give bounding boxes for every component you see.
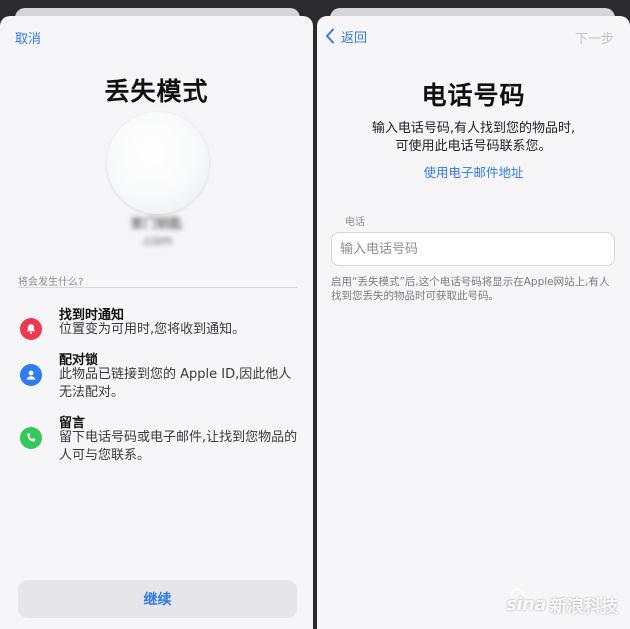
description-line: 输入电话号码,有人找到您的物品时, [371, 121, 576, 136]
phone-number-sheet: 返回 下一步 电话号码 输入电话号码,有人找到您的物品时, 可使用此电话号码联系… [317, 16, 630, 629]
lost-mode-sheet: 取消 丢失模式 家门钥匙 .com 将会发生什么? 找到时通知 位置变为可用时,… [0, 16, 313, 629]
phone-field-label: 电话 [345, 217, 365, 228]
back-label: 返回 [341, 30, 368, 46]
feature-description: 留下电话号码或电子邮件,让找到您物品的人可与您联系。 [59, 430, 298, 463]
page-title: 丢失模式 [104, 77, 209, 106]
description-line: 可使用此电话号码联系您。 [395, 139, 552, 154]
sina-eye-icon [510, 588, 525, 596]
phone-icon [20, 427, 42, 449]
watermark-text: 新浪科技 [550, 597, 618, 617]
description: 输入电话号码,有人找到您的物品时, 可使用此电话号码联系您。 [317, 120, 630, 156]
sina-tech-watermark: sina 新浪科技 [506, 588, 618, 617]
cancel-button[interactable]: 取消 [15, 28, 41, 47]
page-title: 电话号码 [421, 81, 526, 110]
feature-description: 此物品已链接到您的 Apple ID,因此他人无法配对。 [59, 367, 292, 400]
next-button[interactable]: 下一步 [575, 28, 614, 47]
feature-description: 位置变为可用时,您将收到通知。 [59, 322, 246, 337]
back-button[interactable]: 返回 [325, 27, 368, 46]
continue-button[interactable]: 继续 [18, 580, 297, 618]
use-email-link[interactable]: 使用电子邮件地址 [317, 162, 630, 181]
account-email-obscured: .com [140, 234, 173, 249]
section-label: 将会发生什么? [18, 277, 84, 288]
sina-logo: sina [506, 588, 546, 615]
person-icon [20, 364, 42, 386]
footnote: 启用“丢失模式”后,这个电话号码将显示在Apple网站上,有人找到您丢失的物品时… [331, 276, 610, 302]
chevron-left-icon [326, 28, 334, 44]
bell-icon [20, 318, 42, 340]
phone-input[interactable] [331, 232, 615, 266]
screen: 取消 丢失模式 家门钥匙 .com 将会发生什么? 找到时通知 位置变为可用时,… [0, 0, 630, 629]
divider [18, 287, 297, 288]
item-name-obscured: 家门钥匙 [130, 217, 183, 232]
airtag-image [107, 112, 209, 214]
